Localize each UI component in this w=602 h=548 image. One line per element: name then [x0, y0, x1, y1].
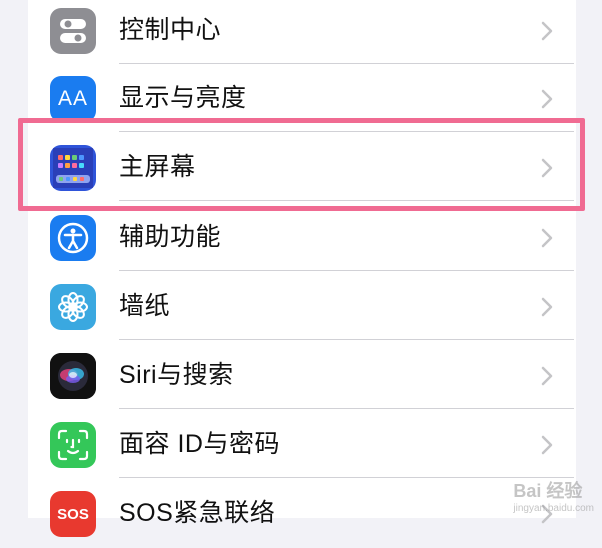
highlight-box — [18, 118, 585, 211]
display-brightness-icon: AA — [50, 76, 96, 122]
chevron-right-icon — [541, 89, 553, 109]
row-divider — [119, 477, 574, 478]
settings-row-face-id-passcode[interactable]: 面容 ID与密码 — [28, 410, 576, 479]
settings-row-control-center[interactable]: 控制中心 — [28, 0, 576, 65]
sos-icon: SOS — [50, 491, 96, 537]
settings-row-wallpaper[interactable]: 墙纸 — [28, 272, 576, 341]
siri-icon — [50, 353, 96, 399]
chevron-right-icon — [541, 435, 553, 455]
chevron-right-icon — [541, 366, 553, 386]
settings-row-emergency-sos[interactable]: SOS SOS紧急联络 — [28, 479, 576, 548]
face-id-icon — [50, 422, 96, 468]
accessibility-icon — [50, 215, 96, 261]
chevron-right-icon — [541, 228, 553, 248]
wallpaper-icon — [50, 284, 96, 330]
row-divider — [119, 270, 574, 271]
row-divider — [119, 408, 574, 409]
settings-row-label: 辅助功能 — [119, 223, 222, 251]
settings-row-accessibility[interactable]: 辅助功能 — [28, 203, 576, 272]
row-divider — [119, 339, 574, 340]
chevron-right-icon — [541, 297, 553, 317]
settings-row-label: 面容 ID与密码 — [119, 430, 280, 458]
settings-row-label: 墙纸 — [119, 292, 171, 320]
chevron-right-icon — [541, 21, 553, 41]
watermark: Bai 经验 jingyan.baidu.com — [513, 481, 594, 514]
settings-row-siri-search[interactable]: Siri与搜索 — [28, 341, 576, 410]
control-center-icon — [50, 8, 96, 54]
settings-row-label: SOS紧急联络 — [119, 499, 276, 527]
settings-row-label: Siri与搜索 — [119, 361, 234, 389]
settings-row-label: 控制中心 — [119, 16, 222, 44]
